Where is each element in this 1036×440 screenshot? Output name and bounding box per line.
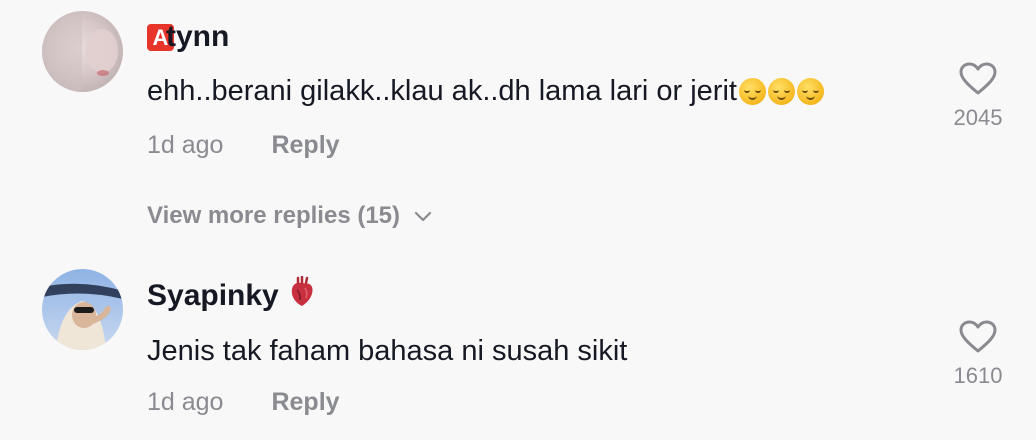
avatar[interactable] xyxy=(42,11,123,92)
username[interactable]: Syapinky xyxy=(147,275,315,316)
view-more-label: View more replies (15) xyxy=(147,202,401,229)
reply-button[interactable]: Reply xyxy=(271,131,339,160)
relieved-face-emoji xyxy=(796,78,824,105)
comment-item: A tynn ehh..berani gilakk..klau ak..dh l… xyxy=(0,0,1036,250)
like-button[interactable]: 1610 xyxy=(940,320,1016,389)
comment-text: ehh..berani gilakk..klau ak..dh lama lar… xyxy=(147,75,824,108)
chevron-down-icon xyxy=(414,202,432,230)
comment-item: Syapinky Jenis tak faham bahasa ni susah… xyxy=(0,258,1036,440)
like-count: 1610 xyxy=(953,363,1003,388)
timestamp: 1d ago xyxy=(147,131,224,159)
relieved-face-emoji xyxy=(767,78,795,105)
timestamp: 1d ago xyxy=(147,388,224,416)
comment-body: ehh..berani gilakk..klau ak..dh lama lar… xyxy=(147,75,737,107)
avatar[interactable] xyxy=(42,269,123,350)
comment-text: Jenis tak faham bahasa ni susah sikit xyxy=(147,335,627,368)
relieved-face-emoji-group xyxy=(738,78,824,105)
username-text: Syapinky xyxy=(147,279,279,312)
heart-outline-icon xyxy=(959,62,997,101)
comment-list: A tynn ehh..berani gilakk..klau ak..dh l… xyxy=(0,0,1036,440)
relieved-face-emoji xyxy=(738,78,766,105)
view-more-replies-button[interactable]: View more replies (15) xyxy=(147,202,432,230)
username[interactable]: A tynn xyxy=(147,20,229,54)
comment-meta: 1d ago Reply xyxy=(147,388,340,417)
comment-meta: 1d ago Reply xyxy=(147,131,340,160)
like-button[interactable]: 2045 xyxy=(940,62,1016,131)
like-count: 2045 xyxy=(953,105,1003,130)
anatomical-heart-icon xyxy=(289,275,315,316)
reply-button[interactable]: Reply xyxy=(271,388,339,417)
heart-outline-icon xyxy=(959,320,997,359)
username-text: tynn xyxy=(166,20,230,53)
comment-body: Jenis tak faham bahasa ni susah sikit xyxy=(147,335,628,367)
